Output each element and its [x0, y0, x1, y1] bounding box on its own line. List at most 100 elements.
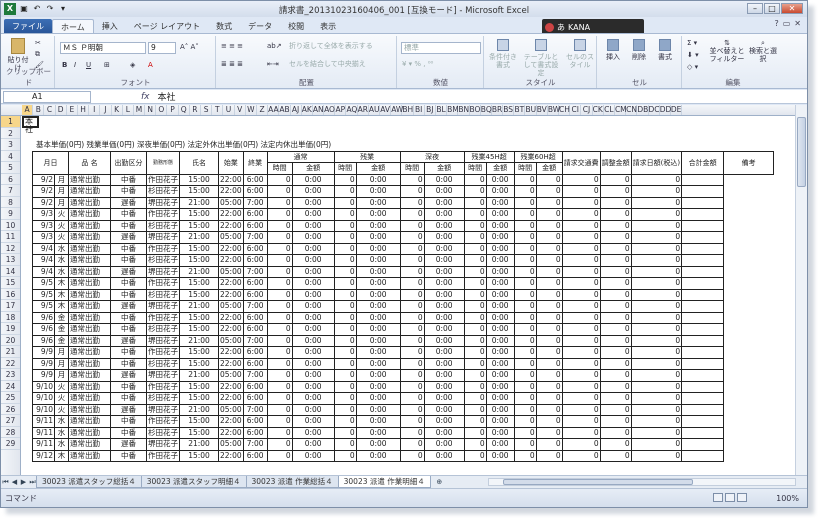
cell-time[interactable]: 0:00: [423, 173, 465, 186]
column-header[interactable]: BQ: [481, 105, 492, 115]
font-color-icon[interactable]: A: [148, 61, 153, 69]
column-header[interactable]: BW: [548, 105, 560, 115]
cell-n[interactable]: 作田花子: [146, 415, 180, 428]
cell-amount[interactable]: 0: [513, 254, 537, 267]
cell-note[interactable]: [681, 415, 725, 428]
cell-note[interactable]: [681, 231, 725, 244]
cell-amount[interactable]: 0: [463, 185, 487, 198]
cell-note[interactable]: [681, 357, 725, 370]
cell-total[interactable]: 0: [535, 426, 563, 439]
cell-s[interactable]: 15:00: [179, 208, 219, 221]
cell-total[interactable]: 0: [561, 185, 601, 198]
cell-note[interactable]: [681, 277, 725, 290]
cell-amount[interactable]: 0: [463, 254, 487, 267]
cell-amount[interactable]: 0: [333, 288, 357, 301]
align-left-icon[interactable]: ≣ ≣ ≣: [221, 60, 243, 68]
cell-note[interactable]: [681, 426, 725, 439]
column-header[interactable]: BS: [503, 105, 515, 115]
cell-note[interactable]: [681, 196, 725, 209]
cell-n[interactable]: 杉田花子: [146, 426, 180, 439]
tab-5[interactable]: データ: [240, 19, 280, 33]
cell-hours[interactable]: 6:00: [242, 346, 268, 359]
cell-amount[interactable]: 0: [266, 265, 293, 278]
cell-amount[interactable]: 0: [463, 173, 487, 186]
column-header[interactable]: BJ: [425, 105, 436, 115]
cell-time[interactable]: 0:00: [291, 357, 335, 370]
cell-t[interactable]: 中番: [110, 311, 147, 324]
cell-w[interactable]: 月: [54, 346, 69, 359]
format-cells-button[interactable]: 書式: [654, 39, 676, 61]
cell-amount[interactable]: 0: [463, 426, 487, 439]
cell-time[interactable]: 0:00: [355, 277, 401, 290]
cell-t[interactable]: 中番: [110, 185, 147, 198]
column-header[interactable]: O: [156, 105, 168, 115]
column-header[interactable]: Q: [179, 105, 190, 115]
cell-n[interactable]: 作田花子: [146, 380, 180, 393]
column-header[interactable]: BV: [537, 105, 548, 115]
cell-time[interactable]: 0:00: [423, 426, 465, 439]
cell-time[interactable]: 0:00: [291, 426, 335, 439]
conditional-format-button[interactable]: 条件付き書式: [487, 39, 519, 69]
column-header[interactable]: B: [33, 105, 45, 115]
cell-hours[interactable]: 6:00: [242, 219, 268, 232]
column-header[interactable]: J: [100, 105, 112, 115]
cell-amount[interactable]: 0: [513, 208, 537, 221]
cut-icon[interactable]: ✂: [35, 39, 41, 47]
column-header[interactable]: AU: [369, 105, 380, 115]
cell-total[interactable]: 0: [630, 346, 683, 359]
cell-total[interactable]: 0: [599, 242, 632, 255]
column-header[interactable]: DE: [671, 105, 683, 115]
cell-amount[interactable]: 0: [333, 323, 357, 336]
cell-amount[interactable]: 0: [513, 415, 537, 428]
cell-amount[interactable]: 0: [333, 300, 357, 313]
cell-amount[interactable]: 0: [266, 231, 293, 244]
cell-k[interactable]: 通常出勤: [68, 242, 111, 255]
cell-time[interactable]: 0:00: [291, 219, 335, 232]
cell-amount[interactable]: 0: [399, 426, 425, 439]
cell-amount[interactable]: 0: [463, 357, 487, 370]
table-row[interactable]: 9/6 金通常出勤 遅番 堺田花子 21:00 05:00 7:00 0 0:00 0 0:00 0 0…: [32, 334, 774, 347]
horizontal-scrollbar[interactable]: [488, 478, 796, 486]
cell-hours[interactable]: 6:00: [242, 173, 268, 186]
column-header[interactable]: BR: [492, 105, 504, 115]
cell-time[interactable]: 0:00: [485, 196, 515, 209]
cell-w[interactable]: 水: [54, 242, 69, 255]
cell-d[interactable]: 9/4: [32, 265, 55, 278]
cell-e[interactable]: 05:00: [218, 265, 244, 278]
cell-amount[interactable]: 0: [333, 196, 357, 209]
row-header[interactable]: 10: [1, 220, 20, 231]
cell-total[interactable]: 0: [561, 346, 601, 359]
cell-n[interactable]: 杉田花子: [146, 392, 180, 405]
cell-amount[interactable]: 0: [513, 265, 537, 278]
cell-total[interactable]: 0: [599, 426, 632, 439]
cell-e[interactable]: 05:00: [218, 369, 244, 382]
column-header[interactable]: BT: [514, 105, 526, 115]
cell-e[interactable]: 22:00: [218, 346, 244, 359]
cell-e[interactable]: 05:00: [218, 438, 244, 451]
cell-amount[interactable]: 0: [266, 185, 293, 198]
cell-e[interactable]: 05:00: [218, 231, 244, 244]
cell-time[interactable]: 0:00: [355, 173, 401, 186]
cell-n[interactable]: 堺田花子: [146, 300, 180, 313]
cell-s[interactable]: 21:00: [179, 369, 219, 382]
cell-k[interactable]: 通常出勤: [68, 254, 111, 267]
row-header[interactable]: 20: [1, 335, 20, 346]
cell-hours[interactable]: 6:00: [242, 242, 268, 255]
ime-status-icon[interactable]: [545, 23, 554, 32]
cell-time[interactable]: 0:00: [355, 265, 401, 278]
cell-n[interactable]: 堺田花子: [146, 438, 180, 451]
column-header[interactable]: L: [123, 105, 134, 115]
cell-time[interactable]: 0:00: [423, 380, 465, 393]
cell-amount[interactable]: 0: [399, 254, 425, 267]
cell-n[interactable]: 作田花子: [146, 173, 180, 186]
column-header[interactable]: M: [134, 105, 146, 115]
cell-amount[interactable]: 0: [333, 334, 357, 347]
column-header[interactable]: CH: [559, 105, 571, 115]
cell-amount[interactable]: 0: [399, 438, 425, 451]
column-header[interactable]: N: [145, 105, 157, 115]
cell-total[interactable]: 0: [561, 369, 601, 382]
row-header[interactable]: 27: [1, 415, 20, 427]
cell-time[interactable]: 0:00: [291, 277, 335, 290]
cell-total[interactable]: 0: [535, 277, 563, 290]
tab-7[interactable]: 表示: [312, 19, 344, 33]
